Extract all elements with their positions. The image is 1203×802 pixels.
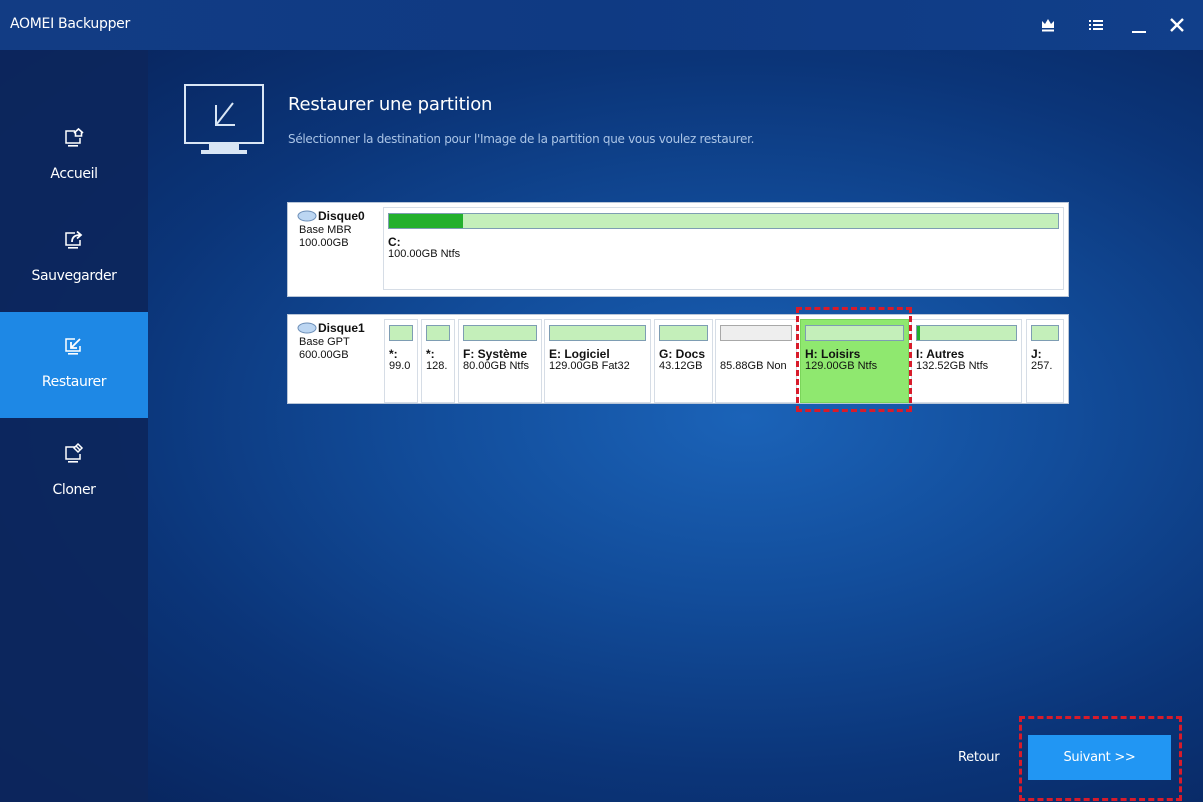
partition-info: 99.0 [389, 360, 411, 372]
disk-info: Disque0 Base MBR 100.00GB [288, 203, 383, 296]
app-window: AOMEI Backupper Accueil Sauvegarder Rest… [0, 0, 1203, 802]
partition-label: G: Docs [659, 347, 706, 361]
usage-bar [720, 325, 792, 341]
disk-size: 600.00GB [299, 349, 349, 361]
partition-i[interactable]: I: Autres 132.52GB Ntfs [911, 319, 1022, 403]
app-title: AOMEI Backupper [10, 16, 130, 32]
restore-monitor-icon [184, 84, 264, 154]
clone-icon [65, 442, 84, 463]
back-button[interactable]: Retour [958, 750, 1000, 765]
disk-icon [297, 322, 317, 334]
sidebar-item-label: Cloner [52, 482, 96, 498]
usage-bar [463, 325, 537, 341]
partition-unallocated[interactable]: 85.88GB Non [715, 319, 797, 403]
partition-label: *: [389, 347, 398, 361]
partition-info: 43.12GB [659, 360, 703, 372]
page-subtitle: Sélectionner la destination pour l'Image… [288, 132, 755, 146]
usage-bar [426, 325, 450, 341]
usage-bar [388, 213, 1059, 229]
partition-info: 80.00GB Ntfs [463, 360, 530, 372]
usage-bar [1031, 325, 1059, 341]
partition-label: F: Système [463, 347, 528, 361]
crown-icon[interactable] [1035, 12, 1061, 38]
sidebar-item-accueil[interactable]: Accueil [0, 104, 148, 210]
home-icon [65, 127, 84, 147]
disk-info: Disque1 Base GPT 600.00GB [288, 315, 383, 403]
usage-fill [389, 214, 463, 228]
sidebar-item-cloner[interactable]: Cloner [0, 420, 148, 526]
title-bar: AOMEI Backupper [0, 0, 1203, 50]
partition-label: J: [1031, 347, 1042, 361]
usage-bar [916, 325, 1017, 341]
backup-icon [65, 230, 83, 249]
close-icon[interactable] [1164, 12, 1190, 38]
page-title: Restaurer une partition [288, 94, 493, 115]
partition-info: 129.00GB Fat32 [549, 360, 630, 372]
partition-h[interactable]: H: Loisirs 129.00GB Ntfs [800, 319, 909, 403]
usage-bar [659, 325, 708, 341]
disk-name: Disque0 [318, 209, 365, 223]
sidebar-item-label: Accueil [50, 166, 98, 182]
usage-bar [389, 325, 413, 341]
partition-g[interactable]: G: Docs 43.12GB [654, 319, 713, 403]
partition-info: 257. [1031, 360, 1053, 372]
partition-star-2[interactable]: *: 128. [421, 319, 455, 403]
sidebar-item-label: Sauvegarder [31, 268, 117, 284]
disk-name: Disque1 [318, 321, 365, 335]
sidebar: Accueil Sauvegarder Restaurer Cloner [0, 50, 148, 802]
partition-info: 129.00GB Ntfs [805, 360, 878, 372]
disk-size: 100.00GB [299, 237, 349, 249]
disk-type: Base GPT [299, 336, 350, 348]
partition-info: 132.52GB Ntfs [916, 360, 989, 372]
usage-fill [917, 326, 920, 340]
restore-icon [65, 338, 81, 355]
partition-info: 128. [426, 360, 448, 372]
usage-bar [549, 325, 646, 341]
partition-label: E: Logiciel [549, 347, 610, 361]
disk-type: Base MBR [299, 224, 352, 236]
sidebar-item-sauvegarder[interactable]: Sauvegarder [0, 206, 148, 312]
partition-e[interactable]: E: Logiciel 129.00GB Fat32 [544, 319, 651, 403]
next-button[interactable]: Suivant >> [1028, 735, 1171, 780]
partition-c[interactable]: C: 100.00GB Ntfs [383, 207, 1064, 290]
usage-bar [805, 325, 904, 341]
disk-panel-disque0: Disque0 Base MBR 100.00GB C: 100.00GB Nt… [287, 202, 1069, 297]
minimize-icon[interactable] [1126, 12, 1152, 38]
menu-icon[interactable] [1083, 12, 1109, 38]
partition-info: 85.88GB Non [720, 360, 787, 372]
sidebar-item-label: Restaurer [41, 374, 107, 390]
partition-label: H: Loisirs [805, 347, 861, 361]
disk-icon [297, 210, 317, 222]
partition-info: 100.00GB Ntfs [388, 248, 461, 260]
partition-j[interactable]: J: 257. [1026, 319, 1064, 403]
partition-label: *: [426, 347, 435, 361]
partition-label: I: Autres [916, 347, 965, 361]
partition-label: C: [388, 235, 401, 249]
partition-star-1[interactable]: *: 99.0 [384, 319, 418, 403]
disk-panel-disque1: Disque1 Base GPT 600.00GB *: 99.0 *: 128… [287, 314, 1069, 404]
partition-f[interactable]: F: Système 80.00GB Ntfs [458, 319, 542, 403]
sidebar-item-restaurer[interactable]: Restaurer [0, 312, 148, 418]
